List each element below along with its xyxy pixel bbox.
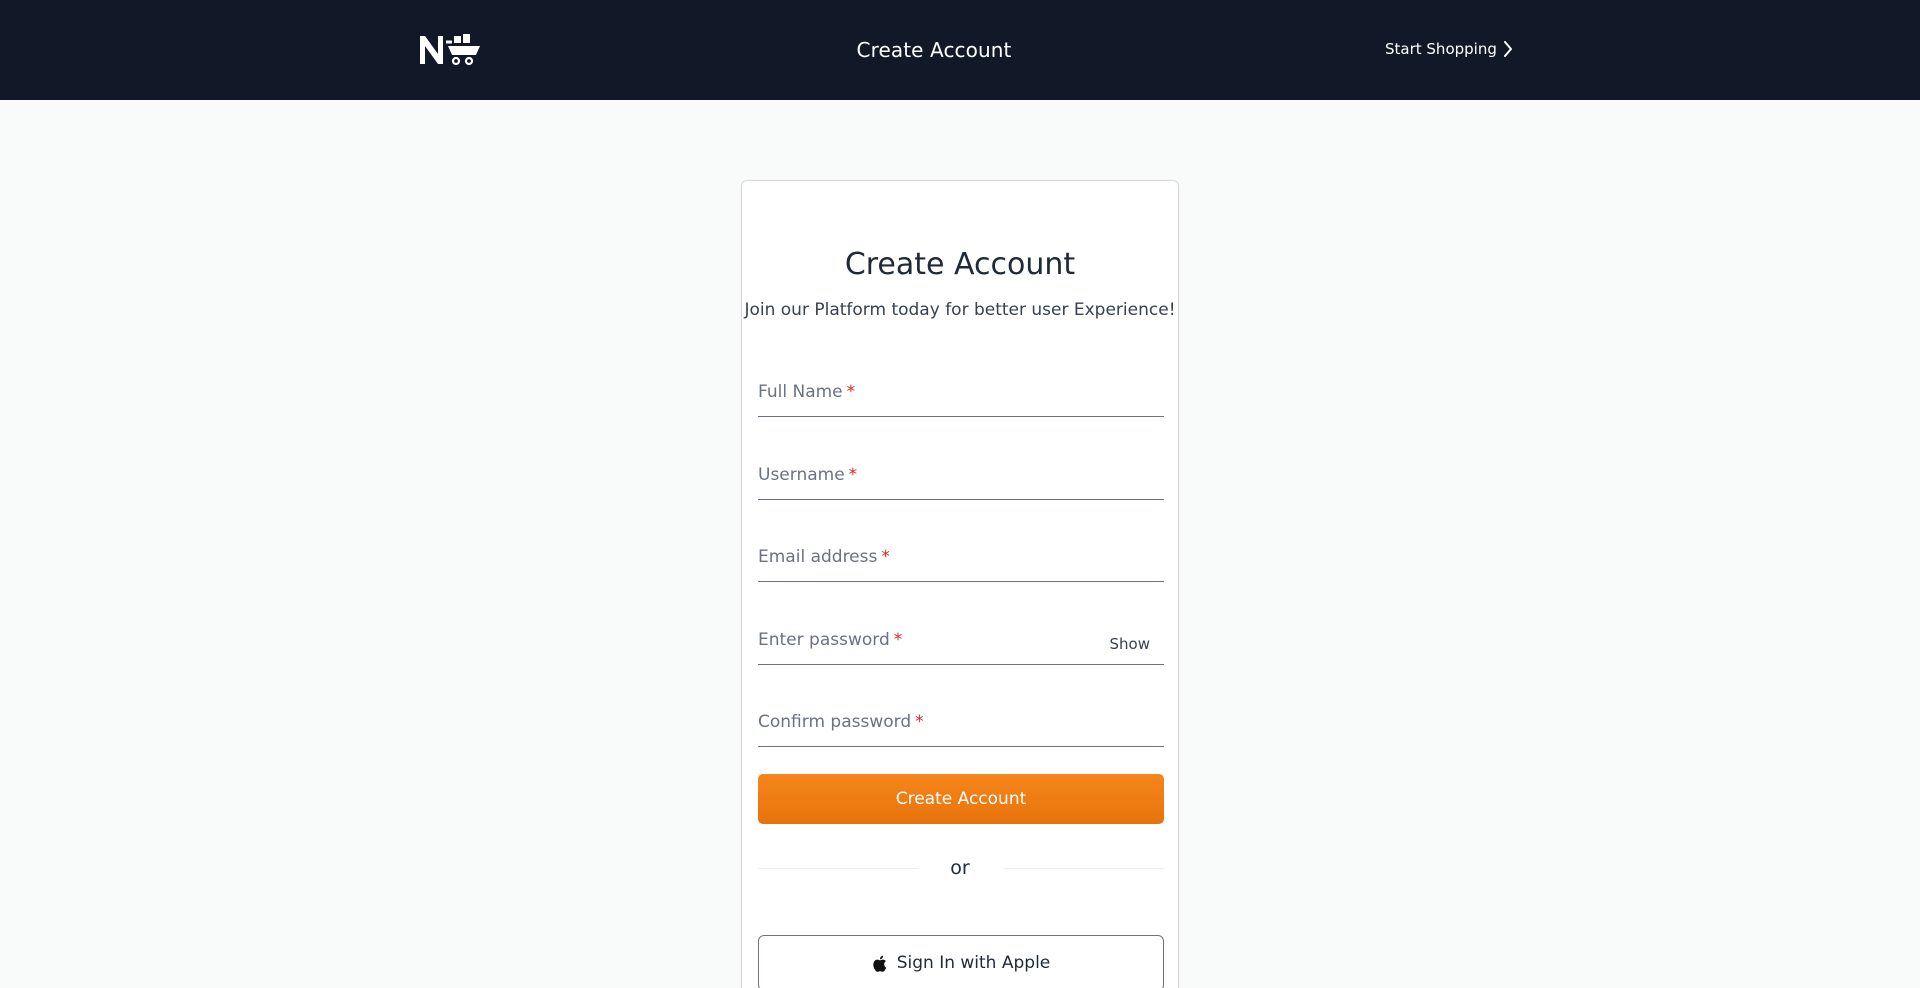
email-label: Email address * bbox=[758, 547, 890, 567]
required-asterisk: * bbox=[893, 630, 903, 650]
full-name-label: Full Name * bbox=[758, 382, 856, 402]
start-shopping-link[interactable]: Start Shopping bbox=[1385, 40, 1513, 58]
full-name-field[interactable]: Full Name * bbox=[758, 371, 1164, 417]
apple-icon bbox=[873, 955, 886, 972]
page-title: Create Account bbox=[856, 38, 1012, 62]
confirm-password-field[interactable]: Confirm password * bbox=[758, 701, 1164, 747]
password-field[interactable]: Enter password * Show bbox=[758, 619, 1164, 665]
top-navbar: Create Account Start Shopping bbox=[0, 0, 1920, 100]
required-asterisk: * bbox=[848, 465, 858, 485]
form-title: Create Account bbox=[844, 247, 1076, 282]
create-account-button[interactable]: Create Account bbox=[758, 774, 1164, 824]
sign-in-apple-button[interactable]: Sign In with Apple bbox=[758, 935, 1164, 988]
username-field[interactable]: Username * bbox=[758, 454, 1164, 500]
required-asterisk: * bbox=[915, 712, 924, 732]
confirm-password-label: Confirm password * bbox=[758, 712, 924, 732]
signup-card: Create Account Join our Platform today f… bbox=[741, 180, 1179, 988]
form-subtitle: Join our Platform today for better user … bbox=[744, 300, 1176, 320]
email-field[interactable]: Email address * bbox=[758, 536, 1164, 582]
divider-line-right bbox=[1004, 868, 1164, 869]
password-label: Enter password * bbox=[758, 630, 903, 650]
required-asterisk: * bbox=[846, 382, 856, 402]
chevron-right-icon bbox=[1503, 41, 1512, 57]
show-password-button[interactable]: Show bbox=[1110, 635, 1150, 653]
required-asterisk: * bbox=[881, 547, 890, 567]
username-label: Username * bbox=[758, 465, 858, 485]
start-shopping-label: Start Shopping bbox=[1385, 40, 1497, 58]
sign-in-apple-label: Sign In with Apple bbox=[896, 953, 1051, 973]
